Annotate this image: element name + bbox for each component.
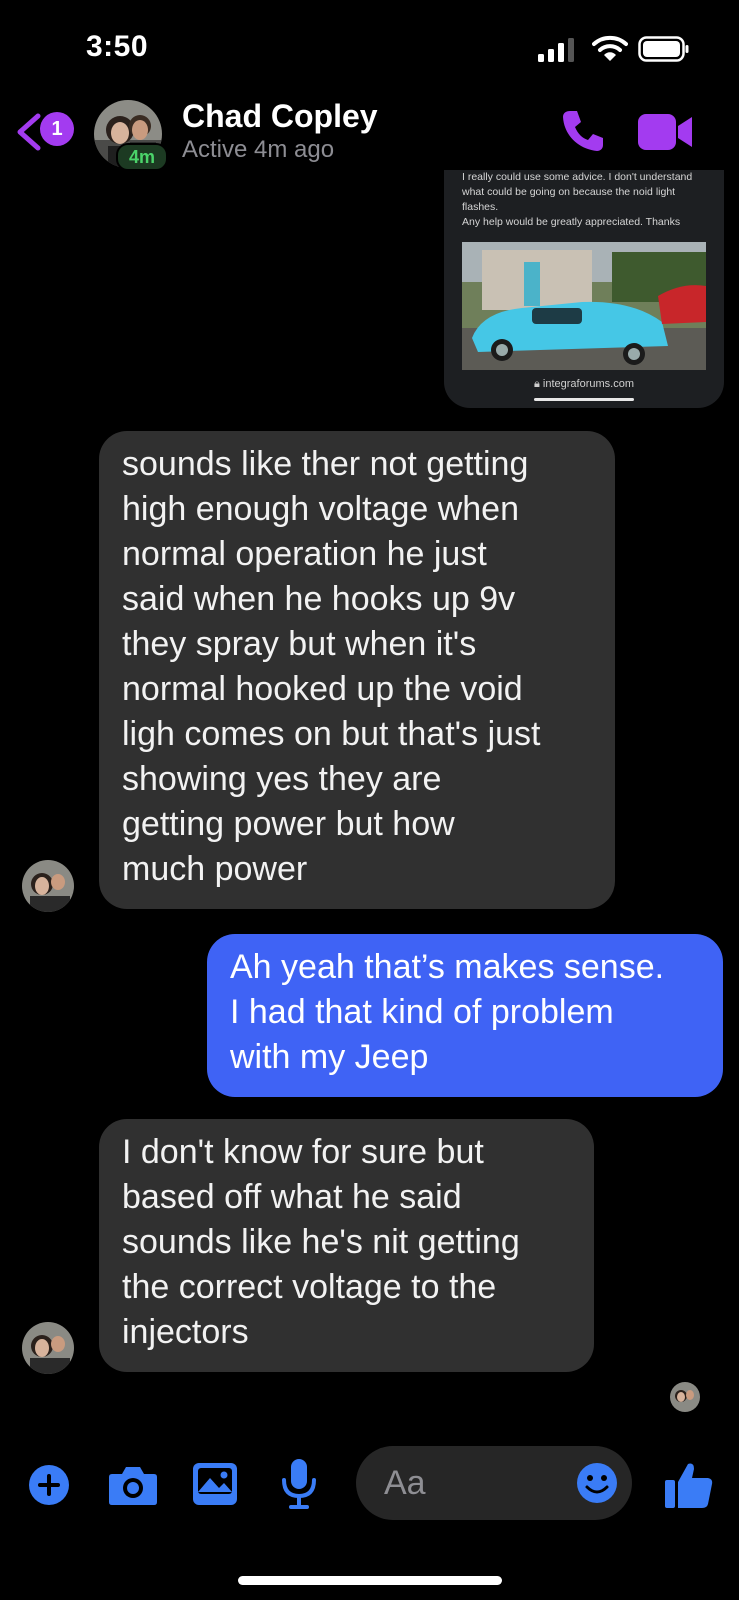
message-line: the correct voltage to the bbox=[122, 1268, 497, 1306]
message-line: said when he hooks up 9v bbox=[122, 580, 516, 618]
phone-call-icon[interactable] bbox=[560, 108, 606, 154]
read-receipt-avatar bbox=[670, 1382, 700, 1412]
message-input[interactable]: Aa bbox=[356, 1446, 632, 1520]
sender-avatar[interactable] bbox=[22, 1322, 74, 1374]
incoming-message-bubble[interactable]: sounds like ther not getting high enough… bbox=[99, 431, 615, 909]
shared-card-text-line: Any help would be greatly appreciated. T… bbox=[462, 216, 681, 228]
shared-car-photo bbox=[462, 242, 706, 370]
unread-count-badge[interactable]: 1 bbox=[40, 112, 74, 146]
shared-card-home-indicator bbox=[534, 398, 634, 401]
message-line: normal operation he just bbox=[122, 535, 487, 573]
shared-card-url-text: integraforums.com bbox=[542, 378, 634, 390]
wifi-icon bbox=[592, 35, 628, 61]
message-line: ligh comes on but that's just bbox=[122, 715, 541, 753]
message-line: sounds like ther not getting bbox=[122, 445, 529, 483]
message-line: high enough voltage when bbox=[122, 490, 519, 528]
plus-icon[interactable] bbox=[28, 1464, 70, 1506]
message-line: showing yes they are bbox=[122, 760, 442, 798]
shared-card-text-line: flashes. bbox=[462, 201, 499, 213]
message-line: I had that kind of problem bbox=[230, 993, 614, 1031]
video-call-icon[interactable] bbox=[638, 112, 694, 152]
sender-avatar[interactable] bbox=[22, 860, 74, 912]
incoming-message-bubble[interactable]: I don't know for sure but based off what… bbox=[99, 1119, 594, 1372]
outgoing-message-bubble[interactable]: Ah yeah that’s makes sense. I had that k… bbox=[207, 934, 723, 1097]
message-line: normal hooked up the void bbox=[122, 670, 523, 708]
message-line: getting power but how bbox=[122, 805, 455, 843]
shared-card-text-line: I really could use some advice. I don't … bbox=[462, 171, 693, 183]
message-line: much power bbox=[122, 850, 308, 888]
message-line: sounds like he's nit getting bbox=[122, 1223, 520, 1261]
gallery-icon[interactable] bbox=[192, 1462, 238, 1506]
thumbs-up-icon[interactable] bbox=[664, 1460, 714, 1510]
shared-card-text-line: what could be going on because the noid … bbox=[462, 186, 676, 198]
contact-active-status: Active 4m ago bbox=[182, 136, 335, 163]
microphone-icon[interactable] bbox=[280, 1458, 318, 1510]
battery-icon bbox=[638, 36, 689, 62]
message-line: Ah yeah that’s makes sense. bbox=[230, 948, 665, 986]
message-line: I don't know for sure but bbox=[122, 1133, 484, 1171]
cellular-signal-icon bbox=[538, 38, 574, 62]
active-time-badge: 4m bbox=[116, 143, 168, 171]
lock-icon: 🔒︎ bbox=[533, 378, 543, 390]
emoji-icon[interactable] bbox=[576, 1462, 618, 1504]
message-line: based off what he said bbox=[122, 1178, 462, 1216]
status-time: 3:50 bbox=[86, 30, 149, 63]
message-line: with my Jeep bbox=[230, 1038, 429, 1076]
camera-icon[interactable] bbox=[108, 1464, 158, 1506]
shared-screenshot-card[interactable]: I really could use some advice. I don't … bbox=[444, 170, 724, 408]
shared-card-text: I really could use some advice. I don't … bbox=[462, 170, 712, 230]
home-indicator bbox=[238, 1576, 502, 1585]
message-input-placeholder: Aa bbox=[384, 1464, 426, 1502]
back-chevron-icon[interactable] bbox=[14, 112, 42, 152]
contact-name[interactable]: Chad Copley bbox=[182, 98, 378, 135]
message-line: injectors bbox=[122, 1313, 249, 1351]
shared-card-url[interactable]: 🔒︎ integraforums.com bbox=[444, 378, 724, 391]
message-line: they spray but when it's bbox=[122, 625, 477, 663]
